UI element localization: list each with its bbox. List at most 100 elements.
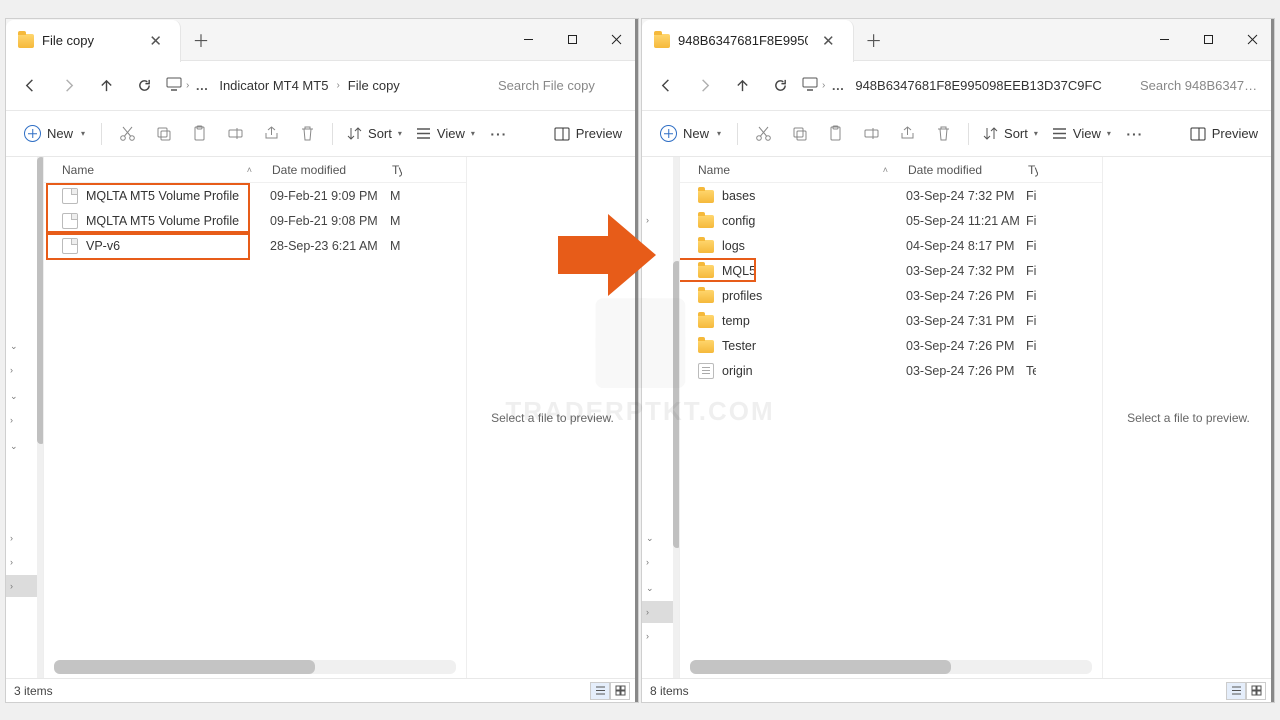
cut-button[interactable]: [110, 118, 144, 150]
details-view-button[interactable]: [1226, 682, 1246, 700]
table-row[interactable]: bases03-Sep-24 7:32 PMFi: [680, 183, 1102, 208]
chevron-icon: ›: [822, 80, 825, 91]
search-input[interactable]: Search File copy: [494, 72, 630, 99]
paste-button[interactable]: [182, 118, 216, 150]
column-headers[interactable]: Name˄ Date modified Ty: [44, 157, 466, 183]
titlebar: 948B6347681F8E995098EEB13 ✕ ＋: [642, 19, 1274, 61]
maximize-button[interactable]: [550, 19, 594, 61]
scrollbar[interactable]: [37, 157, 44, 678]
new-button[interactable]: New ▾: [16, 121, 93, 146]
close-button[interactable]: [1230, 19, 1274, 61]
more-button[interactable]: ···: [483, 118, 515, 150]
col-type[interactable]: Ty: [392, 163, 402, 177]
scrollbar[interactable]: [54, 660, 456, 674]
icons-view-button[interactable]: [1246, 682, 1266, 700]
paste-button[interactable]: [818, 118, 852, 150]
delete-button[interactable]: [290, 118, 324, 150]
delete-button[interactable]: [926, 118, 960, 150]
table-row[interactable]: MQLTA MT5 Volume Profile09-Feb-21 9:09 P…: [44, 183, 466, 208]
sort-button[interactable]: Sort▾: [977, 122, 1044, 145]
col-date[interactable]: Date modified: [272, 163, 392, 177]
close-tab-button[interactable]: ✕: [816, 29, 841, 53]
table-row[interactable]: config05-Sep-24 11:21 AMFi: [680, 208, 1102, 233]
table-row[interactable]: logs04-Sep-24 8:17 PMFi: [680, 233, 1102, 258]
share-button[interactable]: [890, 118, 924, 150]
maximize-button[interactable]: [1186, 19, 1230, 61]
plus-icon: [660, 125, 677, 142]
rename-button[interactable]: [218, 118, 252, 150]
tab-active[interactable]: 948B6347681F8E995098EEB13 ✕: [642, 20, 854, 62]
column-headers[interactable]: Name˄ Date modified Ty: [680, 157, 1102, 183]
file-name: config: [722, 214, 906, 228]
new-tab-button[interactable]: ＋: [187, 26, 215, 54]
col-date[interactable]: Date modified: [908, 163, 1028, 177]
table-row[interactable]: Tester03-Sep-24 7:26 PMFi: [680, 333, 1102, 358]
chevron-down-icon: ▾: [471, 129, 475, 138]
col-name[interactable]: Name: [62, 163, 94, 177]
divider: [968, 123, 969, 145]
back-button[interactable]: [650, 70, 682, 102]
pc-icon: [802, 77, 818, 94]
scrollbar[interactable]: [673, 157, 680, 678]
refresh-button[interactable]: [764, 70, 796, 102]
up-button[interactable]: [726, 70, 758, 102]
tab-active[interactable]: File copy ✕: [6, 20, 181, 62]
overflow-dots[interactable]: …: [829, 78, 847, 93]
new-button[interactable]: New ▾: [652, 121, 729, 146]
table-row[interactable]: profiles03-Sep-24 7:26 PMFi: [680, 283, 1102, 308]
overflow-dots[interactable]: …: [193, 78, 211, 93]
table-row[interactable]: MQLTA MT5 Volume Profile09-Feb-21 9:08 P…: [44, 208, 466, 233]
folder-icon: [698, 265, 714, 278]
table-row[interactable]: origin03-Sep-24 7:26 PMTe: [680, 358, 1102, 383]
preview-toggle[interactable]: Preview: [1184, 122, 1264, 145]
plus-icon: [24, 125, 41, 142]
more-button[interactable]: ···: [1119, 118, 1151, 150]
file-date: 28-Sep-23 6:21 AM: [270, 239, 390, 253]
breadcrumb[interactable]: 948B6347681F8E995098EEB13D37C9FC: [851, 74, 1105, 97]
minimize-button[interactable]: [506, 19, 550, 61]
breadcrumb[interactable]: Indicator MT4 MT5: [215, 74, 332, 97]
table-row[interactable]: temp03-Sep-24 7:31 PMFi: [680, 308, 1102, 333]
details-view-button[interactable]: [590, 682, 610, 700]
scrollbar[interactable]: [690, 660, 1092, 674]
address-bar[interactable]: › … Indicator MT4 MT5 › File copy: [166, 74, 488, 97]
view-button[interactable]: View▾: [1046, 122, 1117, 145]
col-type[interactable]: Ty: [1028, 163, 1038, 177]
copy-button[interactable]: [146, 118, 180, 150]
window-edge: [635, 19, 638, 702]
copy-button[interactable]: [782, 118, 816, 150]
share-button[interactable]: [254, 118, 288, 150]
forward-button[interactable]: [52, 70, 84, 102]
folder-icon: [698, 240, 714, 253]
folder-icon: [698, 290, 714, 303]
chevron-down-icon: ▾: [1107, 129, 1111, 138]
forward-button[interactable]: [688, 70, 720, 102]
back-button[interactable]: [14, 70, 46, 102]
file-type: Fi: [1026, 214, 1036, 228]
up-button[interactable]: [90, 70, 122, 102]
close-tab-button[interactable]: ✕: [143, 29, 168, 53]
icons-view-button[interactable]: [610, 682, 630, 700]
cut-button[interactable]: [746, 118, 780, 150]
address-bar[interactable]: › … 948B6347681F8E995098EEB13D37C9FC: [802, 74, 1130, 97]
view-button[interactable]: View▾: [410, 122, 481, 145]
file-name: temp: [722, 314, 906, 328]
folder-icon: [698, 340, 714, 353]
col-name[interactable]: Name: [698, 163, 730, 177]
file-date: 03-Sep-24 7:32 PM: [906, 189, 1026, 203]
navbar: › … Indicator MT4 MT5 › File copy Search…: [6, 61, 638, 111]
breadcrumb[interactable]: File copy: [344, 74, 404, 97]
table-row[interactable]: VP-v628-Sep-23 6:21 AMM: [44, 233, 466, 258]
close-button[interactable]: [594, 19, 638, 61]
rename-button[interactable]: [854, 118, 888, 150]
table-row[interactable]: MQL503-Sep-24 7:32 PMFi: [680, 258, 1102, 283]
search-input[interactable]: Search 948B6347681F8E: [1136, 72, 1266, 99]
refresh-button[interactable]: [128, 70, 160, 102]
nav-pane[interactable]: ⌄ › ⌄ › ⌄ › › ›: [6, 157, 44, 678]
file-date: 03-Sep-24 7:26 PM: [906, 339, 1026, 353]
minimize-button[interactable]: [1142, 19, 1186, 61]
new-tab-button[interactable]: ＋: [860, 26, 888, 54]
file-type: Fi: [1026, 314, 1036, 328]
sort-button[interactable]: Sort▾: [341, 122, 408, 145]
preview-toggle[interactable]: Preview: [548, 122, 628, 145]
